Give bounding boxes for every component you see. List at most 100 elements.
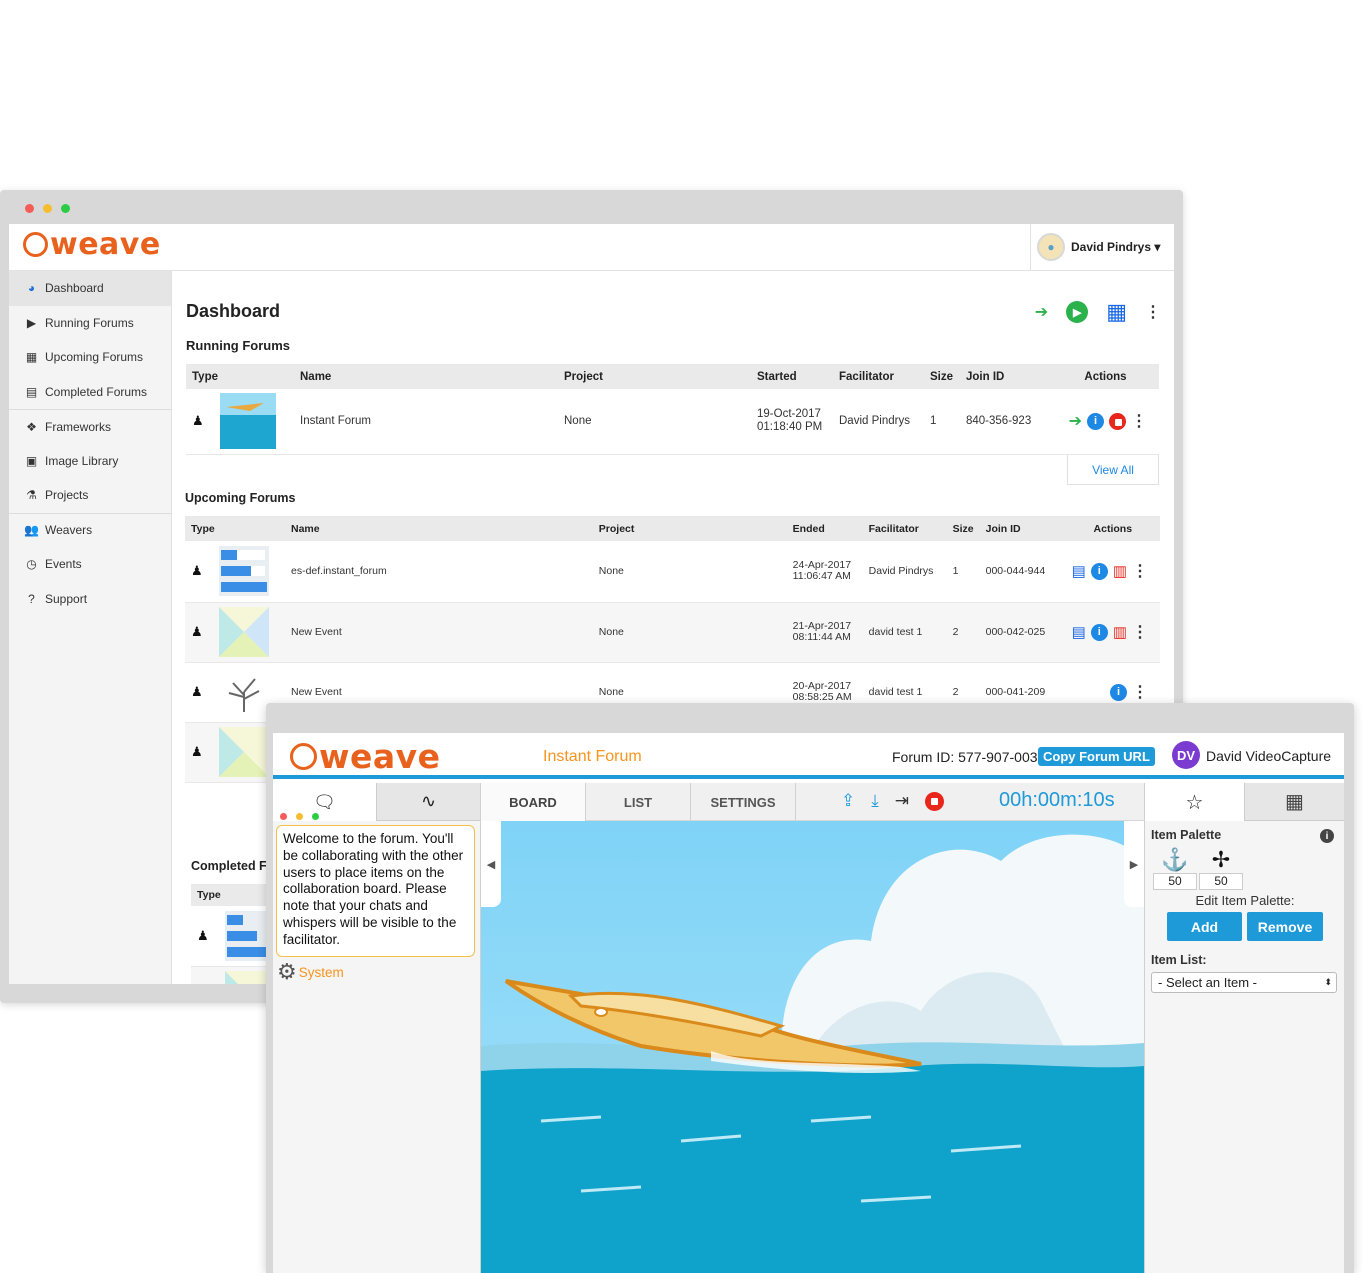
play-icon: ▶ xyxy=(26,315,37,330)
forum-title: Instant Forum xyxy=(543,748,642,765)
palette-item-anchor[interactable]: ⚓ 50 xyxy=(1153,847,1197,890)
collaboration-board[interactable]: ◀ ▶ xyxy=(481,821,1144,1273)
forum-thumbnail xyxy=(218,667,269,717)
minimize-dot[interactable] xyxy=(296,813,303,820)
close-window-dot[interactable] xyxy=(25,204,34,213)
stop-icon[interactable] xyxy=(1109,412,1126,430)
chat-message: Welcome to the forum. You'll be collabor… xyxy=(276,825,475,957)
avatar: ● xyxy=(1037,233,1065,261)
person-icon: ♟ xyxy=(191,684,203,699)
upcoming-forums-title: Upcoming Forums xyxy=(185,491,296,505)
more-options-icon[interactable]: ⋮ xyxy=(1132,622,1148,642)
trash-icon[interactable]: ▥ xyxy=(1113,623,1127,641)
person-icon: ♟ xyxy=(192,413,204,429)
exit-icon[interactable]: ⇥ xyxy=(895,791,909,811)
record-stop-icon[interactable] xyxy=(925,791,945,811)
more-options-icon[interactable]: ⋮ xyxy=(1132,561,1148,581)
forum-thumbnail xyxy=(218,546,269,597)
board-background-image xyxy=(481,821,1144,1273)
tab-list[interactable]: LIST xyxy=(586,783,691,821)
table-row[interactable]: ♟ Instant Forum None 19-Oct-2017 01:18:40… xyxy=(186,389,1159,454)
download-icon[interactable]: ⤓ xyxy=(871,791,879,811)
board-toolbar: BOARD LIST SETTINGS ⇪ ⤓ ⇥ 00h:00m:10s xyxy=(481,783,1144,821)
person-icon: ♟ xyxy=(191,744,203,759)
sidebar-item-completed-forums[interactable]: ▤ Completed Forums xyxy=(9,375,171,410)
trash-icon[interactable]: ▥ xyxy=(1113,562,1127,580)
more-options-icon[interactable]: ⋮ xyxy=(1131,411,1147,431)
upload-icon[interactable]: ⇪ xyxy=(841,791,855,811)
chat-icon: 🗨 xyxy=(313,791,336,812)
sidebar-item-running-forums[interactable]: ▶ Running Forums xyxy=(9,306,171,341)
chevron-right-icon: ▶ xyxy=(1129,858,1139,871)
info-icon[interactable]: i xyxy=(1110,683,1127,701)
join-icon[interactable]: ➔ xyxy=(1069,411,1082,431)
maximize-window-dot[interactable] xyxy=(61,204,70,213)
view-all-button[interactable]: View All xyxy=(1067,455,1159,485)
more-options-icon[interactable]: ⋮ xyxy=(1145,302,1161,322)
collapse-right-handle[interactable]: ▶ xyxy=(1124,821,1144,907)
sidebar-item-image-library[interactable]: ▣ Image Library xyxy=(9,444,171,479)
users-icon: 👥 xyxy=(24,523,39,538)
collapse-left-handle[interactable]: ◀ xyxy=(481,821,501,907)
close-dot[interactable] xyxy=(280,813,287,820)
item-select[interactable]: - Select an Item - ⬍ xyxy=(1151,972,1337,993)
chat-window-controls xyxy=(280,813,319,820)
tab-settings[interactable]: SETTINGS xyxy=(691,783,796,821)
chat-panel: 🗨 ∿ Welcome to the forum. You'll be coll… xyxy=(273,783,481,1273)
sidebar-item-dashboard[interactable]: ◕ Dashboard xyxy=(9,271,171,306)
start-forum-icon[interactable]: ▶ xyxy=(1066,301,1089,323)
person-icon: ♟ xyxy=(191,563,203,579)
palette-item-propeller[interactable]: ✢ 50 xyxy=(1199,847,1243,890)
tab-board[interactable]: BOARD xyxy=(481,783,586,821)
copy-forum-url-button[interactable]: Copy Forum URL xyxy=(1038,747,1155,766)
grid-icon: ▦ xyxy=(1285,791,1304,813)
info-icon[interactable]: i xyxy=(1087,412,1104,430)
forum-id: Forum ID: 577-907-003 xyxy=(892,749,1038,765)
gear-icon: ⚙ xyxy=(277,959,297,984)
weave-logo-mark-icon xyxy=(290,743,317,770)
avatar[interactable]: DV xyxy=(1172,741,1200,769)
person-icon: ♟ xyxy=(191,624,203,639)
maximize-dot[interactable] xyxy=(312,813,319,820)
table-header: Type Name Project Ended Facilitator Size… xyxy=(185,516,1160,541)
document-icon[interactable]: ▤ xyxy=(1072,562,1086,580)
sidebar-item-support[interactable]: ? Support xyxy=(9,582,171,617)
tab-grid[interactable]: ▦ xyxy=(1244,783,1344,821)
forum-thumbnail xyxy=(218,607,269,657)
info-icon[interactable]: i xyxy=(1320,829,1334,843)
activity-icon: ∿ xyxy=(420,791,437,811)
question-icon: ? xyxy=(28,591,35,606)
remove-button[interactable]: Remove xyxy=(1247,912,1323,941)
sidebar-item-events[interactable]: ◷ Events xyxy=(9,547,171,582)
sidebar-item-projects[interactable]: ⚗ Projects xyxy=(9,478,171,513)
document-icon: ▤ xyxy=(25,384,38,399)
weave-logo-mark-icon xyxy=(23,232,48,257)
tab-favorites[interactable]: ☆ xyxy=(1145,783,1244,821)
sidebar-item-upcoming-forums[interactable]: ▦ Upcoming Forums xyxy=(9,340,171,375)
forum-header: weave Instant Forum Forum ID: 577-907-00… xyxy=(273,733,1344,779)
item-count[interactable]: 50 xyxy=(1153,873,1197,890)
image-icon: ▣ xyxy=(25,453,38,468)
table-row[interactable]: ♟ es-def.instant_forum None 24-Apr-2017 1… xyxy=(185,541,1160,602)
add-button[interactable]: Add xyxy=(1167,912,1242,941)
weave-logo[interactable]: weave xyxy=(23,227,161,262)
join-forum-icon[interactable]: ➔ xyxy=(1035,302,1048,322)
flask-icon: ⚗ xyxy=(26,488,37,503)
more-options-icon[interactable]: ⋮ xyxy=(1132,682,1148,702)
window-controls xyxy=(25,204,70,213)
sidebar-item-frameworks[interactable]: ❖ Frameworks xyxy=(9,409,171,444)
document-icon[interactable]: ▤ xyxy=(1072,623,1086,641)
info-icon[interactable]: i xyxy=(1090,623,1108,641)
table-row[interactable]: ♟ New Event None 21-Apr-201708:11:44 AM xyxy=(185,602,1160,662)
sidebar-item-weavers[interactable]: 👥 Weavers xyxy=(9,512,171,548)
item-palette-title: Item Palette xyxy=(1151,828,1222,842)
forum-window: weave Instant Forum Forum ID: 577-907-00… xyxy=(266,703,1354,1273)
info-icon[interactable]: i xyxy=(1090,562,1108,580)
tab-activity[interactable]: ∿ xyxy=(376,783,480,821)
calendar-icon[interactable]: ▦ xyxy=(1106,299,1127,325)
item-count[interactable]: 50 xyxy=(1199,873,1243,890)
user-menu[interactable]: ● David Pindrys ▾ xyxy=(1030,224,1174,270)
forum-timer: 00h:00m:10s xyxy=(999,789,1115,811)
minimize-window-dot[interactable] xyxy=(43,204,52,213)
weave-logo[interactable]: weave xyxy=(290,737,441,776)
